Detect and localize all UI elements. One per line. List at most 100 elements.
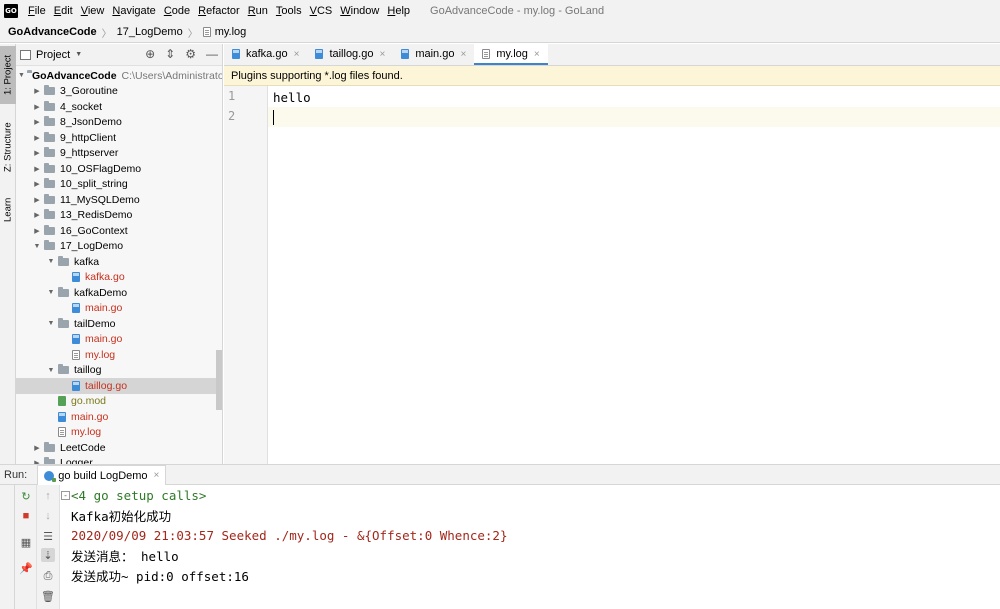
breadcrumb-project[interactable]: GoAdvanceCode [8,26,97,38]
editor-tab[interactable]: kafka.go × [224,43,307,65]
menu-item[interactable]: Tools [272,5,306,17]
tree-item[interactable]: taillog.go [16,378,222,394]
chevron-down-icon[interactable]: ▼ [32,243,42,250]
folder-icon [44,178,55,189]
chevron-right-icon[interactable]: ▶ [32,444,42,452]
tree-item[interactable]: ▼ kafka [16,254,222,270]
tree-item[interactable]: ▶ 4_socket [16,99,222,115]
close-icon[interactable]: × [294,49,300,60]
code-line-current[interactable] [268,107,1000,127]
menu-item[interactable]: Refactor [194,5,244,17]
tree-item[interactable]: ▼ tailDemo [16,316,222,332]
chevron-down-icon[interactable]: ▼ [75,51,82,58]
code-line[interactable]: hello [268,87,1000,107]
tree-item[interactable]: main.go [16,301,222,317]
rerun-icon[interactable]: ↻ [19,489,33,503]
run-console[interactable]: - <4 go setup calls> Kafka初始化成功 2020/09/… [61,485,1000,609]
editor-tab[interactable]: my.log × [474,43,549,65]
collapse-all-icon[interactable]: ⇕ [165,47,175,61]
gear-icon[interactable]: ⚙ [185,47,196,61]
scroll-to-end-icon[interactable]: ⇣ [41,548,55,562]
project-view-selector[interactable]: Project [36,49,70,61]
close-icon[interactable]: × [379,49,385,60]
close-icon[interactable]: × [460,49,466,60]
tree-item[interactable]: my.log [16,425,222,441]
tree-item-label: main.go [85,302,123,315]
tree-item[interactable]: main.go [16,332,222,348]
chevron-down-icon[interactable]: ▼ [46,258,56,265]
stop-icon[interactable]: ■ [19,509,33,523]
menu-item[interactable]: Run [244,5,272,17]
chevron-right-icon[interactable]: ▶ [32,118,42,126]
root-label: GoAdvanceCode [31,69,117,82]
menu-item[interactable]: View [77,5,109,17]
tab-label: kafka.go [246,48,288,60]
trash-icon[interactable]: 🗑 [41,589,55,603]
soft-wrap-icon[interactable]: ☰ [41,529,55,543]
locate-file-icon[interactable]: ⊕ [145,47,155,61]
tree-scrollbar[interactable] [216,350,222,410]
chevron-right-icon[interactable]: ▶ [32,165,42,173]
layout-icon[interactable]: ▦ [19,535,33,549]
tree-item[interactable]: ▶ 8_JsonDemo [16,115,222,131]
chevron-right-icon[interactable]: ▶ [32,196,42,204]
chevron-right-icon[interactable]: ▶ [32,149,42,157]
tree-item[interactable]: kafka.go [16,270,222,286]
tree-item[interactable]: my.log [16,347,222,363]
chevron-right-icon[interactable]: ▶ [32,87,42,95]
tree-item[interactable]: ▼ kafkaDemo [16,285,222,301]
menu-item[interactable]: Edit [50,5,77,17]
menu-item[interactable]: Code [160,5,194,17]
tree-item[interactable]: ▶ 9_httpserver [16,146,222,162]
chevron-right-icon[interactable]: ▶ [32,227,42,235]
tree-item[interactable]: main.go [16,409,222,425]
expand-arrow-icon[interactable]: ▼ [18,72,25,79]
editor-tab[interactable]: main.go × [393,43,474,65]
breadcrumb-folder[interactable]: 17_LogDemo [117,26,183,38]
print-icon[interactable]: ⎙ [41,569,55,583]
tree-item[interactable]: go.mod [16,394,222,410]
chevron-right-icon[interactable]: ▶ [32,134,42,142]
tree-item[interactable]: ▶ 16_GoContext [16,223,222,239]
menu-item[interactable]: VCS [306,5,337,17]
menu-label: ile [34,5,46,17]
arrow-up-icon[interactable]: ↑ [41,489,55,503]
folder-icon [58,286,69,297]
close-icon[interactable]: × [154,470,160,481]
chevron-down-icon[interactable]: ▼ [46,367,56,374]
tree-item[interactable]: ▶ 11_MySQLDemo [16,192,222,208]
structure-tool-button[interactable]: Z: Structure [0,114,16,180]
menu-item[interactable]: Navigate [108,5,159,17]
chevron-right-icon[interactable]: ▶ [32,180,42,188]
project-tool-button[interactable]: 1: Project [0,46,16,104]
tree-item[interactable]: ▼ 17_LogDemo [16,239,222,255]
chevron-down-icon[interactable]: ▼ [46,289,56,296]
chevron-right-icon[interactable]: ▶ [32,211,42,219]
pin-icon[interactable]: 📌 [19,561,33,575]
tree-item[interactable]: ▶ 9_httpClient [16,130,222,146]
tree-root[interactable]: ▼ GoAdvanceCode C:\Users\Administrator\g… [16,68,222,84]
menu-item[interactable]: Window [336,5,383,17]
menu-item[interactable]: File [24,5,50,17]
editor[interactable]: 1 2 hello [224,86,1000,464]
tree-item[interactable]: ▼ taillog [16,363,222,379]
arrow-down-icon[interactable]: ↓ [41,509,55,523]
tree-item[interactable]: ▶ 10_OSFlagDemo [16,161,222,177]
hide-panel-icon[interactable]: — [206,47,218,61]
close-icon[interactable]: × [534,49,540,60]
tree-item[interactable]: ▶ 10_split_string [16,177,222,193]
editor-tab[interactable]: taillog.go × [307,43,393,65]
tree-item[interactable]: ▶ 13_RedisDemo [16,208,222,224]
tree-item[interactable]: ▶ Logger [16,456,222,464]
tree-item[interactable]: ▶ LeetCode [16,440,222,456]
chevron-down-icon[interactable]: ▼ [46,320,56,327]
console-fold-line[interactable]: - <4 go setup calls> [61,485,206,505]
fold-toggle-icon[interactable]: - [61,490,70,500]
menu-item[interactable]: Help [383,5,414,17]
learn-tool-button[interactable]: Learn [0,190,16,230]
menu-bar: GO File Edit View Navigate Code Refactor Run To… [0,0,1000,22]
run-config-tab[interactable]: go build LogDemo × [37,465,167,485]
chevron-right-icon[interactable]: ▶ [32,103,42,111]
tree-item[interactable]: ▶ 3_Goroutine [16,84,222,100]
breadcrumb-file[interactable]: my.log [202,26,246,38]
